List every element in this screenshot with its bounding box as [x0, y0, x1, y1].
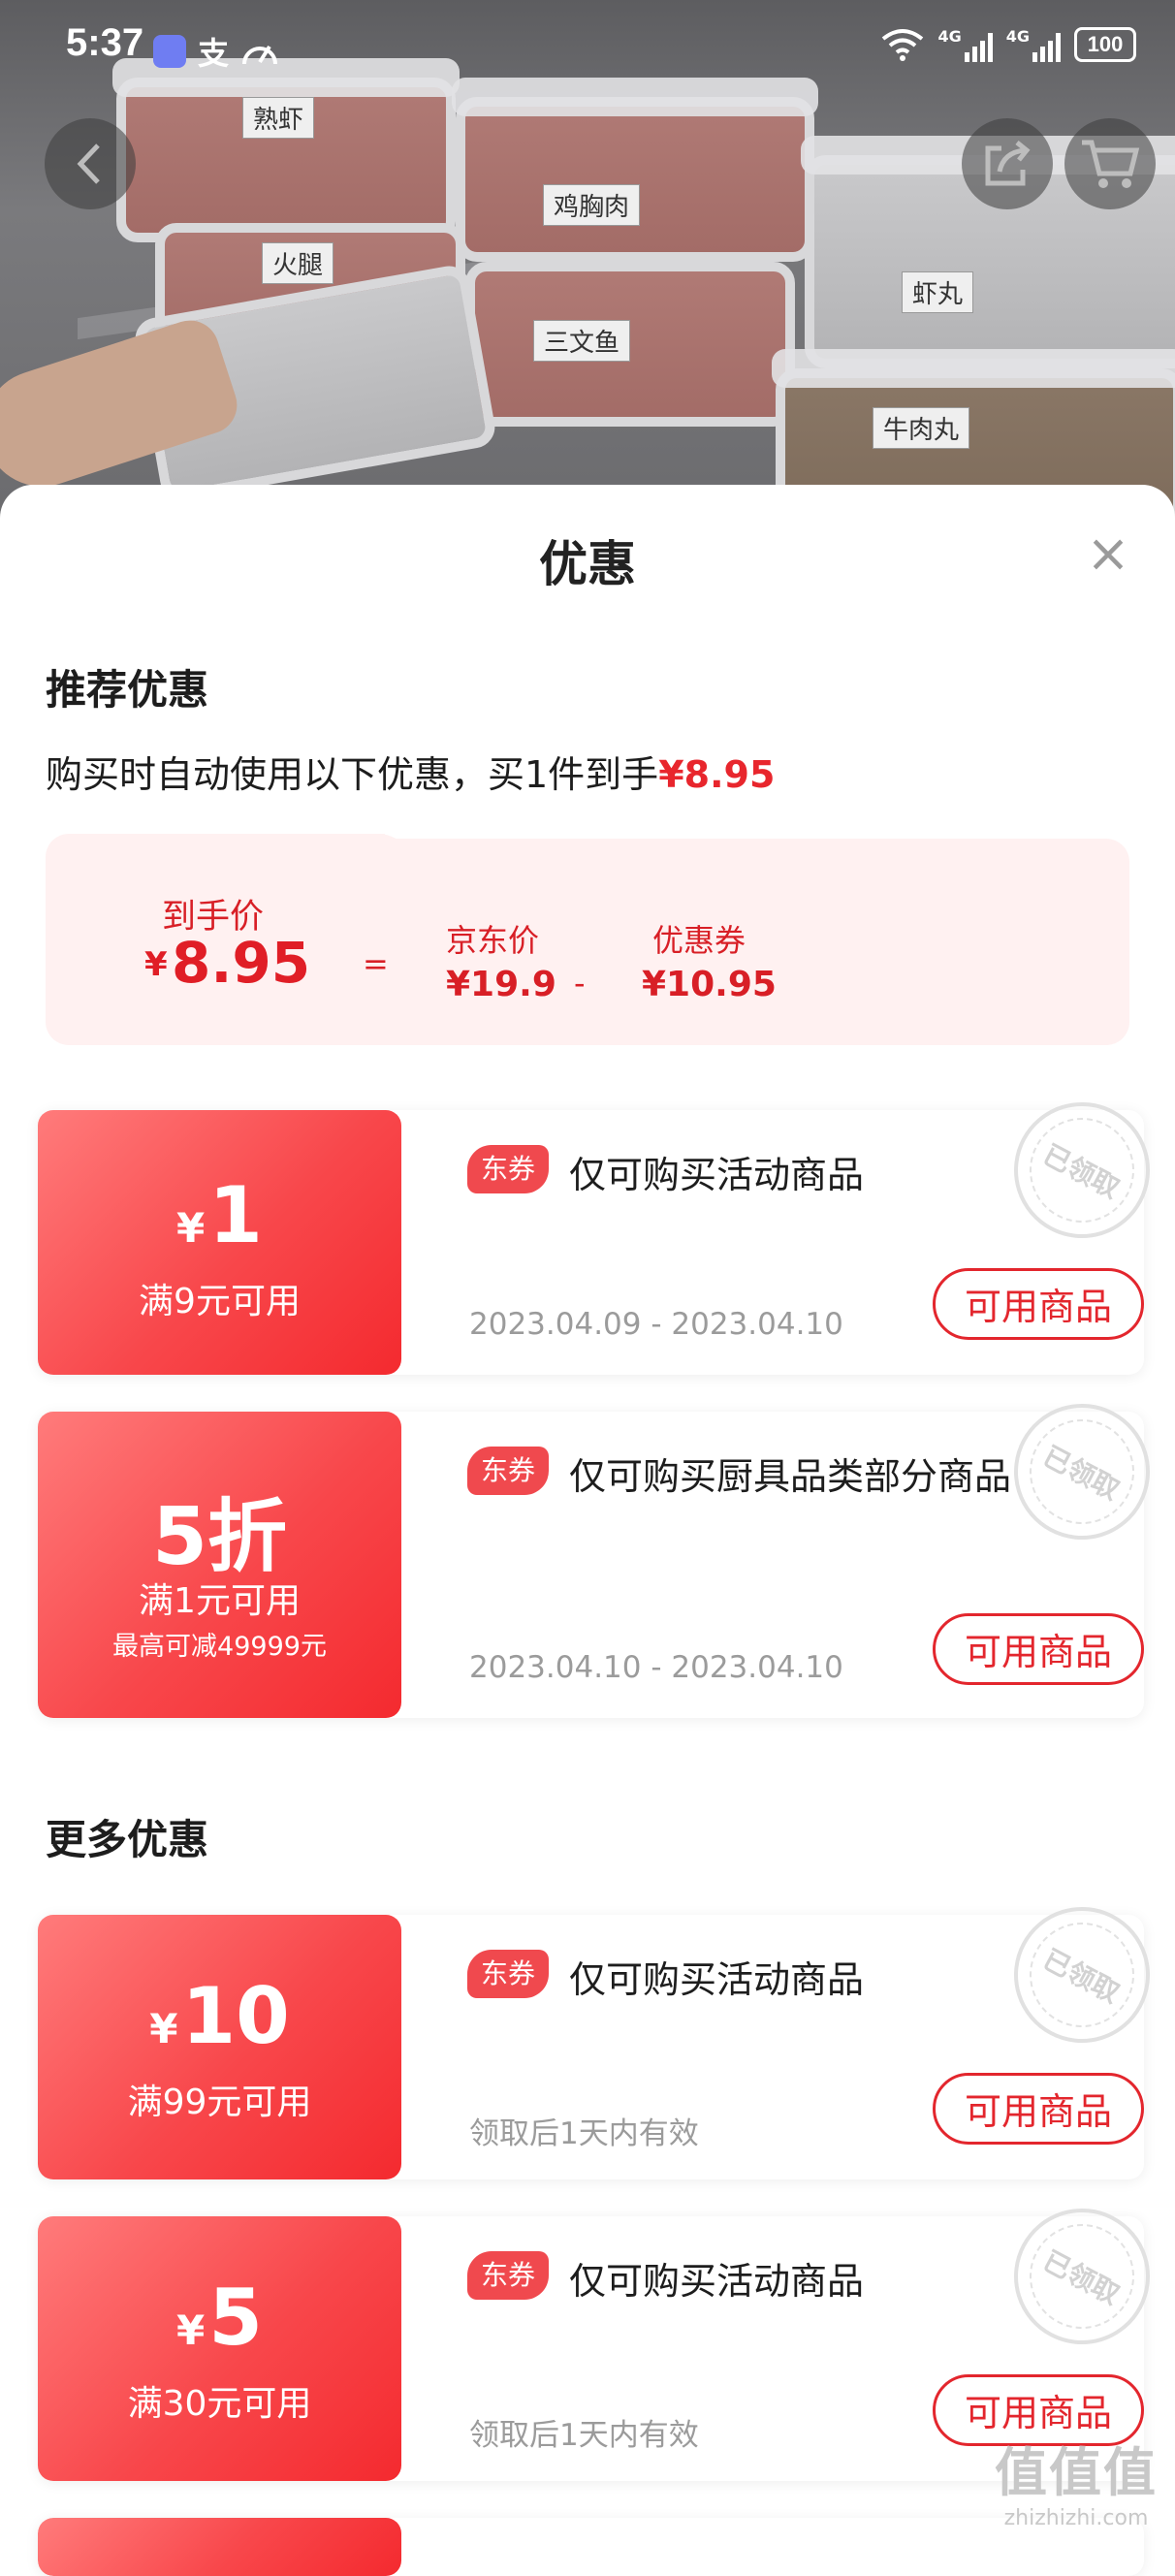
sheet-title: 优惠 — [539, 536, 636, 592]
coupon-discount-value: ¥10.95 — [642, 965, 777, 1004]
currency-symbol: ¥ — [176, 1204, 206, 1252]
available-products-button[interactable]: 可用商品 — [933, 1613, 1144, 1685]
coupon-value-panel: ¥5 满30元可用 — [38, 2216, 401, 2481]
status-bar: 5:37 支 4G 4G 100 — [0, 0, 1175, 97]
watermark-logo: 值值值 — [995, 2442, 1158, 2503]
coupon-condition: 满30元可用 — [127, 2384, 312, 2424]
signal-icon: 4G — [937, 27, 993, 62]
coupon-title: 仅可购买活动商品 — [569, 1154, 865, 1196]
coupon-condition: 满99元可用 — [127, 2083, 312, 2122]
alipay-icon: 支 — [198, 35, 230, 72]
coupon-card[interactable]: ¥1 满9元可用 已领取 东券 仅可购买活动商品 2023.04.09 - 20… — [38, 1078, 1174, 1375]
coupon-validity: 领取后1天内有效 — [469, 2418, 699, 2453]
price-summary-card: 到手价 ¥ 8.95 = 京东价 ¥19.9 - 优惠券 ¥10.95 — [46, 839, 1129, 1045]
coupon-amount: ¥5 — [38, 2273, 401, 2363]
watermark-site: zhizhizhi.com — [1003, 2506, 1149, 2530]
currency-symbol: ¥ — [176, 2306, 206, 2354]
battery-icon: 100 — [1074, 27, 1136, 62]
status-app-icons: 支 — [153, 29, 279, 74]
auto-use-price: ¥8.95 — [658, 753, 776, 796]
speedometer-icon — [242, 45, 278, 65]
food-box: 熟虾 — [112, 58, 460, 242]
recommended-section-title: 推荐优惠 — [46, 666, 209, 714]
back-button[interactable] — [45, 118, 136, 209]
coupon-condition: 满1元可用 — [139, 1581, 301, 1621]
status-right-icons: 4G 4G 100 — [881, 27, 1136, 62]
coupon-validity: 2023.04.10 - 2023.04.10 — [469, 1650, 843, 1685]
coupon-type-badge: 东券 — [467, 2251, 550, 2300]
coupon-discount-label: 优惠券 — [652, 922, 746, 959]
coupon-type-badge: 东券 — [467, 1950, 550, 1998]
close-icon[interactable]: × — [1084, 527, 1132, 580]
clock: 5:37 — [66, 21, 144, 64]
equals-sign: = — [363, 945, 389, 982]
coupon-type-badge: 东券 — [467, 1145, 550, 1193]
claimed-stamp-icon: 已领取 — [990, 2184, 1174, 2369]
food-label: 熟虾 — [242, 97, 315, 139]
final-price-value: 8.95 — [172, 930, 311, 996]
cart-button[interactable] — [1064, 118, 1156, 209]
coupon-value-panel: ¥1 满9元可用 — [38, 1110, 401, 1375]
site-watermark: 值值值 zhizhizhi.com — [995, 2430, 1158, 2530]
network-type: 4G — [937, 27, 962, 46]
coupon-validity: 领取后1天内有效 — [469, 2116, 699, 2151]
coupon-sheet: 优惠 × 推荐优惠 购买时自动使用以下优惠，买1件到手¥8.95 到手价 ¥ 8… — [0, 485, 1175, 2576]
coupon-validity: 2023.04.09 - 2023.04.10 — [469, 1307, 843, 1342]
education-app-icon — [153, 35, 186, 68]
available-products-button[interactable]: 可用商品 — [933, 2073, 1144, 2145]
coupon-amount-value: 1 — [208, 1170, 263, 1260]
coupon-title: 仅可购买活动商品 — [569, 2260, 865, 2303]
auto-use-text: 购买时自动使用以下优惠，买1件到手 — [46, 753, 659, 796]
coupon-value-panel: 5折 满1元可用 最高可减49999元 — [38, 1412, 401, 1718]
food-label: 虾丸 — [902, 271, 974, 313]
coupon-amount: ¥1 — [38, 1170, 401, 1260]
food-label: 鸡胸肉 — [543, 184, 641, 226]
food-label: 火腿 — [262, 242, 334, 284]
coupon-amount-value: 5 — [208, 2273, 263, 2363]
currency-symbol: ¥ — [149, 2005, 178, 2052]
final-price-currency: ¥ — [144, 945, 168, 984]
minus-sign: - — [574, 965, 586, 1002]
coupon-card[interactable]: 5折 满1元可用 最高可减49999元 已领取 东券 仅可购买厨具品类部分商品 … — [38, 1380, 1174, 1718]
food-label: 牛肉丸 — [873, 407, 970, 449]
coupon-card[interactable]: ¥10 满99元可用 已领取 东券 仅可购买活动商品 领取后1天内有效 可用商品 — [38, 1883, 1174, 2179]
food-label: 三文鱼 — [533, 320, 631, 362]
coupon-type-badge: 东券 — [467, 1447, 550, 1495]
share-button[interactable] — [962, 118, 1053, 209]
network-type: 4G — [1005, 27, 1030, 46]
coupon-value-panel — [38, 2518, 401, 2576]
available-products-button[interactable]: 可用商品 — [933, 1268, 1144, 1340]
auto-use-description: 购买时自动使用以下优惠，买1件到手¥8.95 — [46, 745, 775, 798]
wifi-icon — [882, 29, 924, 61]
coupon-amount-value: 10 — [181, 1971, 290, 2061]
coupon-value-panel: ¥10 满99元可用 — [38, 1915, 401, 2179]
coupon-amount: 5折 — [151, 1491, 288, 1583]
coupon-card[interactable]: ¥5 满30元可用 已领取 东券 仅可购买活动商品 领取后1天内有效 可用商品 — [38, 2184, 1174, 2481]
jd-price-label: 京东价 — [446, 922, 540, 959]
food-box: 鸡胸肉 — [452, 78, 818, 262]
chevron-left-icon — [77, 143, 100, 184]
claimed-stamp-icon: 已领取 — [990, 1078, 1174, 1262]
claimed-stamp-icon: 已领取 — [990, 1883, 1174, 2067]
coupon-condition: 满9元可用 — [139, 1282, 301, 1321]
claimed-stamp-icon: 已领取 — [990, 1380, 1174, 1564]
coupon-max-discount: 最高可减49999元 — [112, 1632, 327, 1662]
coupon-title: 仅可购买活动商品 — [569, 1958, 865, 2001]
jd-price-value: ¥19.9 — [446, 965, 556, 1004]
coupon-card-partial[interactable] — [38, 2518, 1144, 2576]
coupon-title: 仅可购买厨具品类部分商品 — [569, 1455, 1012, 1498]
coupon-amount: ¥10 — [38, 1971, 401, 2061]
share-icon — [985, 141, 1031, 186]
cart-icon — [1082, 140, 1140, 188]
box-lid — [772, 349, 1175, 388]
more-offers-section-title: 更多优惠 — [46, 1816, 209, 1863]
food-box: 三文鱼 — [465, 262, 795, 427]
signal-icon: 4G — [1006, 27, 1061, 62]
